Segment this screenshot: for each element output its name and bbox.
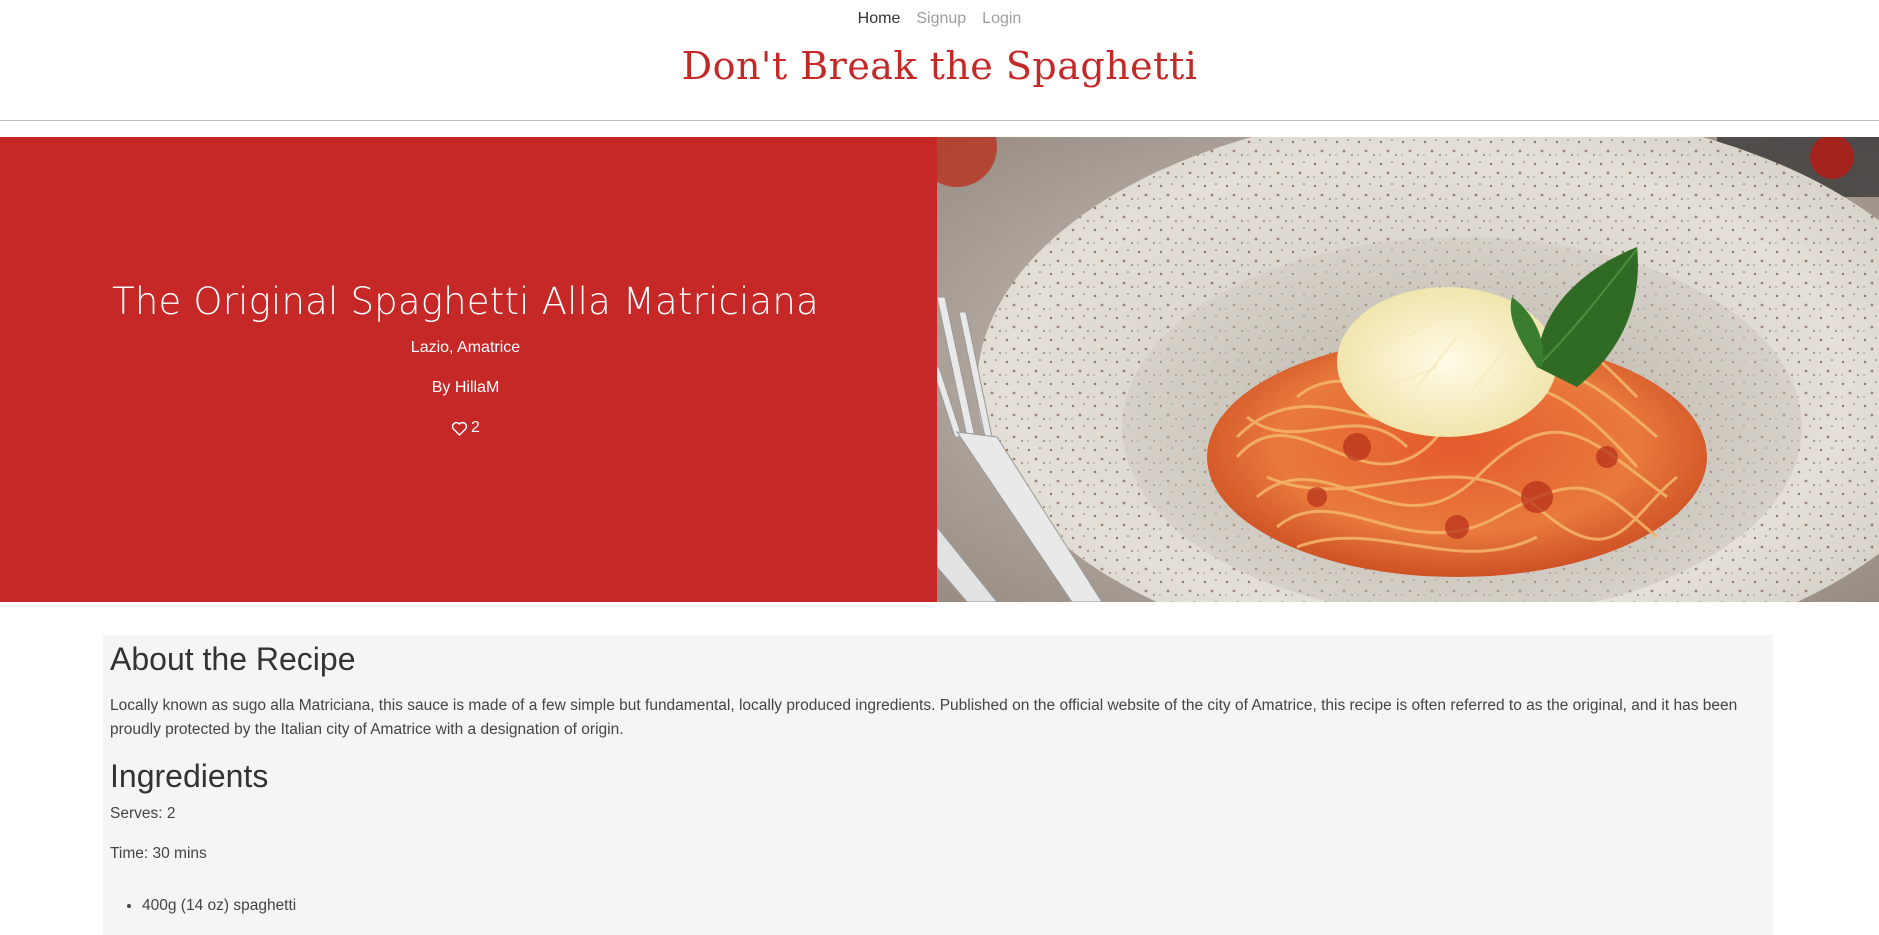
ingredients-list: 400g (14 oz) spaghetti [110, 897, 296, 915]
nav-signup-link[interactable]: Signup [916, 10, 966, 28]
nav-login-link[interactable]: Login [982, 10, 1021, 28]
serves-text: Serves: 2 [110, 805, 176, 822]
header-divider [0, 120, 1879, 121]
nav-home-link[interactable]: Home [858, 10, 901, 28]
time-text: Time: 30 mins [110, 845, 207, 862]
recipe-hero-panel: The Original Spaghetti Alla Matriciana L… [0, 137, 937, 602]
recipe-title: The Original Spaghetti Alla Matriciana [112, 280, 819, 323]
recipe-region: Lazio, Amatrice [410, 339, 521, 356]
site-title: Don't Break the Spaghetti [681, 44, 1198, 88]
recipe-content: About the Recipe Locally known as sugo a… [103, 635, 1773, 935]
ingredients-heading: Ingredients [110, 758, 269, 794]
recipe-hero: The Original Spaghetti Alla Matriciana L… [0, 137, 1879, 602]
likes-count: 2 [471, 419, 480, 436]
ingredient-item: 400g (14 oz) spaghetti [142, 897, 296, 915]
heart-outline-icon[interactable] [451, 421, 468, 436]
recipe-author: By HillaM [431, 379, 500, 396]
about-heading: About the Recipe [110, 641, 356, 677]
recipe-likes: 2 [0, 419, 931, 437]
about-text: Locally known as sugo alla Matriciana, t… [110, 697, 1738, 738]
top-navigation: Home Signup Login [0, 10, 1879, 28]
recipe-photo [937, 137, 1879, 602]
